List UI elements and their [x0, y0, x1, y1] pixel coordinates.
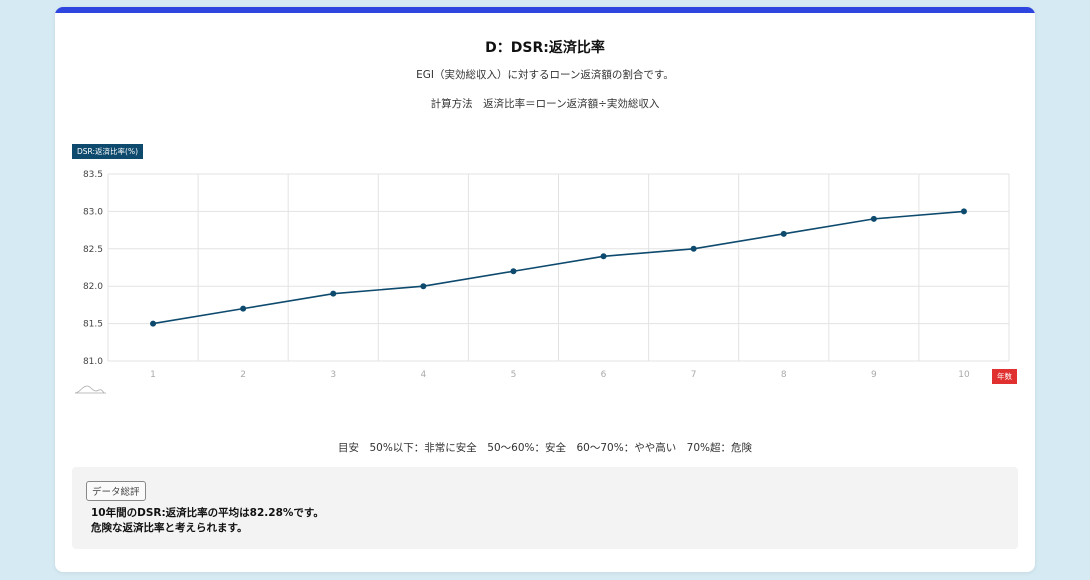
data-point	[870, 215, 877, 222]
y-tick-label: 81.5	[83, 320, 103, 330]
x-tick-label: 2	[240, 370, 246, 380]
summary-line-average: 10年間のDSR:返済比率の平均は82.28%です。	[91, 507, 324, 519]
data-point	[240, 305, 247, 312]
y-tick-label: 83.5	[83, 170, 103, 180]
data-point	[690, 245, 697, 252]
data-summary-box: データ総評 10年間のDSR:返済比率の平均は82.28%です。 危険な返済比率…	[72, 467, 1018, 549]
y-tick-label: 81.0	[83, 357, 103, 367]
data-point	[600, 253, 607, 260]
x-tick-label: 7	[691, 370, 697, 380]
y-tick-label: 83.0	[83, 207, 103, 217]
summary-text: 10年間のDSR:返済比率の平均は82.28%です。 危険な返済比率と考えられま…	[91, 506, 324, 536]
data-point	[780, 230, 787, 237]
x-tick-label: 9	[871, 370, 877, 380]
summary-tag: データ総評	[86, 481, 146, 501]
y-tick-label: 82.5	[83, 245, 103, 255]
dsr-line-chart: 83.5 83.0 82.5 82.0 81.5 81.0 1 2 3 4 5 6 7 8 9 10	[74, 170, 1010, 394]
chart-watermark-icon	[74, 385, 106, 394]
data-point	[330, 290, 337, 297]
y-axis-label: DSR:返済比率(%)	[72, 144, 144, 159]
x-tick-label: 6	[601, 370, 607, 380]
data-point	[510, 268, 517, 275]
x-tick-label: 3	[330, 370, 336, 380]
x-axis-ticks: 1 2 3 4 5 6 7 8 9 10	[150, 370, 970, 380]
report-card: D：DSR:返済比率 EGI（実効総収入）に対するローン返済額の割合です。 計算…	[55, 7, 1035, 572]
x-tick-label: 8	[781, 370, 787, 380]
x-tick-label: 4	[420, 370, 426, 380]
data-point	[420, 283, 427, 290]
x-tick-label: 1	[150, 370, 156, 380]
x-tick-label: 5	[511, 370, 517, 380]
chart-grid	[107, 173, 1010, 362]
data-point	[960, 208, 967, 215]
data-point	[150, 320, 157, 327]
x-axis-label: 年数	[992, 369, 1017, 384]
guideline-text: 目安 50%以下：非常に安全 50〜60%：安全 60〜70%：やや高い 70%…	[337, 442, 753, 454]
y-axis-ticks: 83.5 83.0 82.5 82.0 81.5 81.0	[83, 170, 103, 367]
y-tick-label: 82.0	[83, 282, 103, 292]
summary-line-assessment: 危険な返済比率と考えられます。	[91, 522, 248, 534]
x-tick-label: 10	[958, 370, 970, 380]
